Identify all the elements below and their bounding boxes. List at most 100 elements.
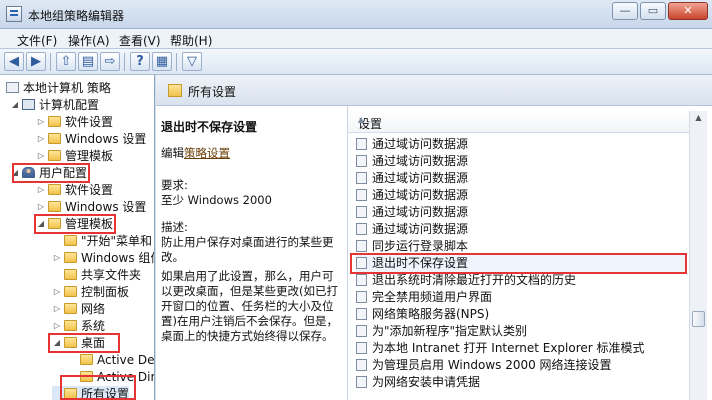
- list-item-label: 为本地 Intranet 打开 Internet Explorer 标准模式: [372, 341, 645, 355]
- toolbar-separator: [50, 53, 51, 71]
- tree-label: Active Des: [97, 353, 155, 367]
- tree-label: "开始"菜单和: [81, 234, 153, 248]
- tree-item-control-panel[interactable]: ▷ 控制面板: [52, 284, 129, 300]
- tree-label: 控制面板: [81, 285, 130, 299]
- list-item[interactable]: 通过域访问数据源: [356, 204, 686, 221]
- description-label: 描述:: [161, 220, 188, 234]
- tree-item-software-settings[interactable]: ▷ 软件设置: [36, 114, 113, 130]
- show-tree-icon[interactable]: ▤: [78, 52, 98, 71]
- folder-icon: [64, 286, 77, 297]
- tree-item-system[interactable]: ▷ 系统: [52, 318, 105, 334]
- policy-setting-icon: [356, 342, 367, 354]
- scroll-up-arrow-icon[interactable]: ▲: [692, 113, 705, 126]
- folder-icon: [64, 320, 77, 331]
- tree-item-shared-folders[interactable]: 共享文件夹: [52, 267, 141, 283]
- list-item[interactable]: 为"添加新程序"指定默认类别: [356, 323, 686, 340]
- up-folder-icon[interactable]: ⇧: [56, 52, 76, 71]
- policy-setting-icon: [356, 308, 367, 320]
- selected-setting-title: 退出时不保存设置: [161, 120, 258, 134]
- tree-item-network[interactable]: ▷ 网络: [52, 301, 105, 317]
- toolbar-separator: [124, 53, 125, 71]
- folder-icon: [48, 133, 61, 144]
- list-item-label: 同步运行登录脚本: [372, 239, 469, 253]
- expand-arrow-icon[interactable]: ▷: [36, 148, 46, 164]
- list-item[interactable]: 通过域访问数据源: [356, 153, 686, 170]
- close-button[interactable]: ✕: [668, 2, 708, 20]
- menu-action[interactable]: 操作(A): [68, 32, 110, 49]
- tree-label: 系统: [81, 319, 106, 333]
- policy-setting-icon: [356, 206, 367, 218]
- tree-item-computer-config[interactable]: ◢ 计算机配置: [10, 97, 99, 113]
- policy-setting-icon: [356, 291, 367, 303]
- list-item[interactable]: 为网络安装申请凭据: [356, 374, 686, 391]
- expand-arrow-icon[interactable]: ▷: [52, 284, 62, 300]
- expand-arrow-icon[interactable]: ▷: [36, 131, 46, 147]
- folder-icon: [64, 252, 77, 263]
- tree-item-local-policy[interactable]: 本地计算机 策略: [4, 80, 111, 96]
- expand-arrow-icon[interactable]: ◢: [10, 97, 20, 113]
- expand-arrow-icon[interactable]: ▷: [52, 318, 62, 334]
- list-item[interactable]: 通过域访问数据源: [356, 136, 686, 153]
- tree-item-windows-settings[interactable]: ▷ Windows 设置: [36, 131, 146, 147]
- expand-arrow-icon[interactable]: ▷: [36, 182, 46, 198]
- list-item[interactable]: 通过域访问数据源: [356, 170, 686, 187]
- tree-item-admin-templates[interactable]: ▷ 管理模板: [36, 148, 113, 164]
- expand-arrow-icon[interactable]: ▷: [36, 199, 46, 215]
- properties-icon[interactable]: ▦: [152, 52, 172, 71]
- menu-file[interactable]: 文件(F): [17, 32, 57, 49]
- settings-list: 设置 ▲ 通过域访问数据源 通过域访问数据源 通过域访问数据源 通过域访问数据源…: [347, 106, 712, 400]
- expand-arrow-icon[interactable]: ▷: [52, 301, 62, 317]
- folder-icon: [48, 116, 61, 127]
- help-icon[interactable]: ?: [130, 52, 150, 71]
- list-item-label: 为"添加新程序"指定默认类别: [372, 324, 528, 338]
- folder-icon: [80, 354, 93, 365]
- scroll-thumb[interactable]: [692, 311, 705, 327]
- expand-arrow-icon[interactable]: ▷: [52, 250, 62, 266]
- tree-label: 管理模板: [65, 149, 114, 163]
- tree-label: Windows 组件: [81, 251, 155, 265]
- forward-arrow-icon[interactable]: ▶: [26, 52, 46, 71]
- folder-icon: [168, 84, 182, 97]
- policy-setting-icon: [356, 223, 367, 235]
- filter-icon[interactable]: ▽: [182, 52, 202, 71]
- list-item-label: 为网络安装申请凭据: [372, 375, 481, 389]
- tree-item-windows-settings[interactable]: ▷ Windows 设置: [36, 199, 146, 215]
- vertical-scrollbar[interactable]: ▲: [689, 111, 707, 400]
- description-detail: 如果启用了此设置，那么，用户可以更改桌面，但是某些更改(如已打开窗口的位置、任务…: [161, 269, 338, 343]
- folder-icon: [48, 150, 61, 161]
- requirement-label: 要求:: [161, 178, 188, 192]
- menu-help[interactable]: 帮助(H): [170, 32, 212, 49]
- tree-item-active-desktop[interactable]: Active Des: [68, 352, 155, 368]
- policy-setting-icon: [356, 325, 367, 337]
- tree-item-windows-components[interactable]: ▷ Windows 组件: [52, 250, 155, 266]
- folder-icon: [48, 201, 61, 212]
- tree-item-software-settings[interactable]: ▷ 软件设置: [36, 182, 113, 198]
- settings-column-header[interactable]: 设置 ▲: [348, 111, 689, 133]
- highlight-all-settings: [60, 375, 136, 400]
- policy-settings-link[interactable]: 策略设置: [184, 146, 230, 160]
- tree-item-start-menu[interactable]: "开始"菜单和: [52, 233, 152, 249]
- list-item[interactable]: 为管理员启用 Windows 2000 网络连接设置: [356, 357, 686, 374]
- export-list-icon[interactable]: ⇨: [100, 52, 120, 71]
- tree-label: 软件设置: [65, 115, 114, 129]
- policy-setting-icon: [356, 172, 367, 184]
- list-item[interactable]: 完全禁用频道用户界面: [356, 289, 686, 306]
- list-item[interactable]: 通过域访问数据源: [356, 187, 686, 204]
- highlight-desktop: [48, 333, 120, 353]
- list-item-label: 通过域访问数据源: [372, 154, 469, 168]
- list-item[interactable]: 退出系统时清除最近打开的文档的历史: [356, 272, 686, 289]
- edit-prefix: 编辑: [161, 146, 184, 160]
- policy-setting-icon: [356, 274, 367, 286]
- list-item[interactable]: 通过域访问数据源: [356, 221, 686, 238]
- back-arrow-icon[interactable]: ◀: [4, 52, 24, 71]
- list-item[interactable]: 网络策略服务器(NPS): [356, 306, 686, 323]
- list-item[interactable]: 为本地 Intranet 打开 Internet Explorer 标准模式: [356, 340, 686, 357]
- expand-arrow-icon[interactable]: ▷: [36, 114, 46, 130]
- policy-setting-icon: [356, 138, 367, 150]
- minimize-button[interactable]: —: [612, 2, 638, 20]
- restore-button[interactable]: ▭: [640, 2, 666, 20]
- highlight-admin-templates: [34, 214, 116, 234]
- menu-view[interactable]: 查看(V): [119, 32, 161, 49]
- list-item-label: 通过域访问数据源: [372, 222, 469, 236]
- tree-label: Windows 设置: [65, 132, 147, 146]
